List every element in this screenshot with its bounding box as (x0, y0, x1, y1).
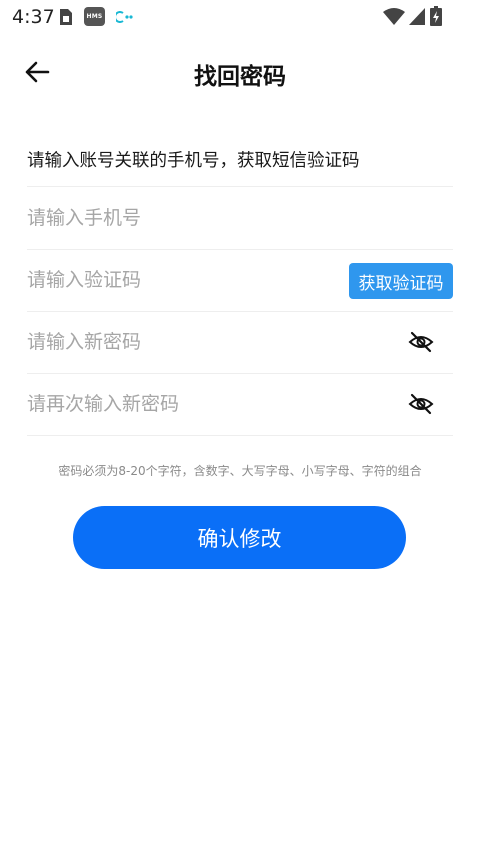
sim-card-icon (60, 9, 72, 25)
instruction-text: 请输入账号关联的手机号，获取短信验证码 (27, 151, 360, 171)
verification-code-input[interactable] (27, 250, 337, 310)
confirm-change-button[interactable]: 确认修改 (73, 506, 406, 569)
confirm-password-field-row (27, 374, 453, 434)
status-bar: 4:37 HMS (0, 0, 480, 34)
new-password-field-row (27, 312, 453, 372)
confirm-password-input[interactable] (27, 374, 337, 434)
new-password-visibility-toggle[interactable] (407, 329, 435, 355)
divider (27, 186, 453, 187)
wifi-icon (383, 8, 405, 25)
phone-input[interactable] (27, 188, 337, 248)
header: 找回密码 (0, 44, 480, 100)
battery-charging-icon (430, 6, 442, 26)
confirm-password-visibility-toggle[interactable] (407, 391, 435, 417)
eye-off-icon (408, 331, 434, 353)
status-time: 4:37 (12, 6, 55, 28)
password-rule-hint: 密码必须为8-20个字符，含数字、大写字母、小写字母、字符的组合 (58, 464, 422, 478)
forgot-password-screen: 4:37 HMS 找回密码 请输入账号关联的手机号，获取短信验证码 请输入手机号… (0, 0, 480, 855)
page-title: 找回密码 (194, 64, 286, 90)
code-field-row: 获取验证码 (27, 250, 453, 310)
divider (27, 435, 453, 436)
hms-label: HMS (86, 13, 103, 20)
eye-off-icon (408, 393, 434, 415)
get-code-button[interactable]: 获取验证码 (349, 263, 453, 299)
hms-icon: HMS (84, 7, 105, 26)
new-password-input[interactable] (27, 312, 337, 372)
cellular-signal-icon (409, 8, 425, 25)
app-notification-icon (116, 11, 133, 23)
phone-field-row (27, 188, 453, 248)
